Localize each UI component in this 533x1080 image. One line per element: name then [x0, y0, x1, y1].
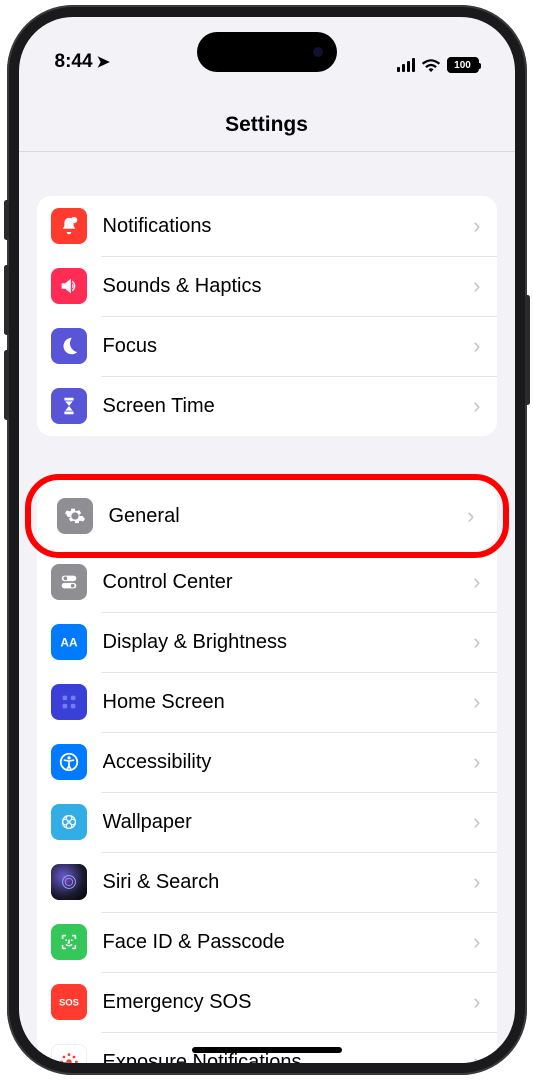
row-label: Face ID & Passcode	[103, 931, 474, 954]
display-brightness-icon: AA	[51, 624, 87, 660]
row-home-screen[interactable]: Home Screen ›	[37, 672, 497, 732]
siri-icon	[51, 864, 87, 900]
chevron-right-icon: ›	[473, 749, 480, 775]
row-label: Wallpaper	[103, 811, 474, 834]
row-label: Home Screen	[103, 691, 474, 714]
row-label: Focus	[103, 335, 474, 358]
sounds-icon	[51, 268, 87, 304]
row-label: Notifications	[103, 215, 474, 238]
row-face-id-passcode[interactable]: Face ID & Passcode ›	[37, 912, 497, 972]
row-label: Display & Brightness	[103, 631, 474, 654]
row-accessibility[interactable]: Accessibility ›	[37, 732, 497, 792]
status-right: 100	[397, 57, 479, 73]
side-button-volume-down	[4, 350, 9, 420]
row-label: General	[109, 505, 468, 528]
notifications-icon	[51, 208, 87, 244]
settings-group-general: General › Control Center › AA Display &	[37, 474, 497, 1063]
exposure-notifications-icon	[51, 1044, 87, 1063]
row-label: Control Center	[103, 571, 474, 594]
svg-text:SOS: SOS	[58, 997, 78, 1008]
screen: 8:44 ➤ 100 Settings	[19, 17, 515, 1063]
chevron-right-icon: ›	[473, 1049, 480, 1063]
row-display-brightness[interactable]: AA Display & Brightness ›	[37, 612, 497, 672]
chevron-right-icon: ›	[473, 689, 480, 715]
row-focus[interactable]: Focus ›	[37, 316, 497, 376]
face-id-icon	[51, 924, 87, 960]
settings-group-attention: Notifications › Sounds & Haptics › Focus…	[37, 196, 497, 436]
row-label: Sounds & Haptics	[103, 275, 474, 298]
wallpaper-icon	[51, 804, 87, 840]
accessibility-icon	[51, 744, 87, 780]
cellular-signal-icon	[397, 58, 415, 72]
control-center-icon	[51, 564, 87, 600]
iphone-frame: 8:44 ➤ 100 Settings	[7, 5, 527, 1075]
row-notifications[interactable]: Notifications ›	[37, 196, 497, 256]
chevron-right-icon: ›	[473, 929, 480, 955]
chevron-right-icon: ›	[467, 503, 474, 529]
row-control-center[interactable]: Control Center ›	[37, 552, 497, 612]
row-label: Accessibility	[103, 751, 474, 774]
battery-icon: 100	[447, 57, 479, 73]
row-emergency-sos[interactable]: SOS Emergency SOS ›	[37, 972, 497, 1032]
highlight-general: General ›	[25, 474, 509, 558]
row-screen-time[interactable]: Screen Time ›	[37, 376, 497, 436]
chevron-right-icon: ›	[473, 809, 480, 835]
chevron-right-icon: ›	[473, 213, 480, 239]
focus-icon	[51, 328, 87, 364]
battery-level: 100	[454, 60, 471, 71]
side-button-power	[525, 295, 530, 405]
row-general[interactable]: General ›	[43, 486, 491, 546]
row-wallpaper[interactable]: Wallpaper ›	[37, 792, 497, 852]
svg-text:AA: AA	[60, 636, 78, 650]
side-button-silent	[4, 200, 9, 240]
chevron-right-icon: ›	[473, 273, 480, 299]
row-siri-search[interactable]: Siri & Search ›	[37, 852, 497, 912]
status-time: 8:44	[55, 51, 93, 73]
status-left: 8:44 ➤	[55, 51, 110, 73]
settings-list[interactable]: Notifications › Sounds & Haptics › Focus…	[19, 152, 515, 1063]
general-icon	[57, 498, 93, 534]
location-arrow-icon: ➤	[97, 52, 110, 72]
emergency-sos-icon: SOS	[51, 984, 87, 1020]
row-label: Emergency SOS	[103, 991, 474, 1014]
row-label: Siri & Search	[103, 871, 474, 894]
side-button-volume-up	[4, 265, 9, 335]
row-sounds-haptics[interactable]: Sounds & Haptics ›	[37, 256, 497, 316]
chevron-right-icon: ›	[473, 989, 480, 1015]
wifi-icon	[421, 58, 441, 73]
screen-time-icon	[51, 388, 87, 424]
chevron-right-icon: ›	[473, 569, 480, 595]
home-indicator[interactable]	[192, 1047, 342, 1053]
chevron-right-icon: ›	[473, 333, 480, 359]
chevron-right-icon: ›	[473, 869, 480, 895]
dynamic-island	[197, 32, 337, 72]
row-label: Screen Time	[103, 395, 474, 418]
chevron-right-icon: ›	[473, 393, 480, 419]
chevron-right-icon: ›	[473, 629, 480, 655]
home-screen-icon	[51, 684, 87, 720]
page-title: Settings	[19, 77, 515, 152]
